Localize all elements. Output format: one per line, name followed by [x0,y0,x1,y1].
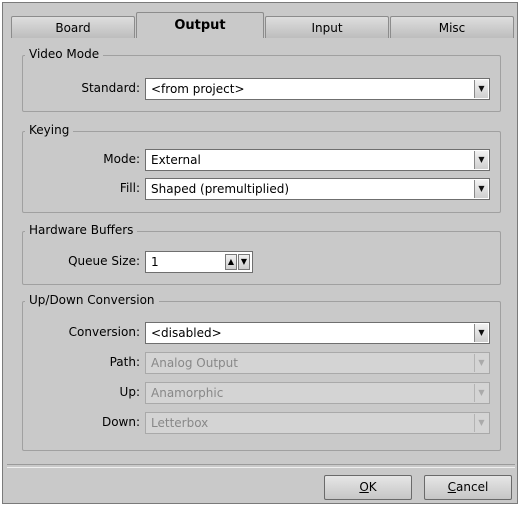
spin-up-icon[interactable]: ▲ [225,254,237,270]
chevron-down-icon[interactable]: ▼ [474,151,488,169]
up-label: Up: [119,385,140,399]
down-value: Letterbox [151,416,209,430]
tab-bar: Board Output Input Misc [7,8,514,38]
tab-board[interactable]: Board [11,16,135,38]
path-value: Analog Output [151,356,238,370]
up-down-conversion-group: Up/Down Conversion Conversion: <disabled… [22,293,501,451]
keying-title: Keying [25,123,74,137]
output-settings-dialog: Board Output Input Misc Video Mode Stand… [2,2,518,504]
fill-dropdown[interactable]: Shaped (premultiplied) ▼ [145,178,490,200]
video-mode-title: Video Mode [25,47,104,61]
chevron-down-icon[interactable]: ▼ [474,180,488,198]
queue-size-spinner[interactable]: 1 ▲ ▼ [145,251,253,273]
tab-input[interactable]: Input [265,16,389,38]
chevron-down-icon: ▼ [474,384,488,402]
ok-mnemonic: O [359,480,369,494]
conversion-dropdown[interactable]: <disabled> ▼ [145,322,490,344]
chevron-down-icon: ▼ [474,354,488,372]
ok-label-rest: K [368,480,377,494]
queue-size-value: 1 [151,255,159,269]
standard-dropdown[interactable]: <from project> ▼ [145,78,490,100]
up-dropdown: Anamorphic ▼ [145,382,490,404]
fill-label: Fill: [119,181,140,195]
up-value: Anamorphic [151,386,224,400]
video-mode-group: Video Mode Standard: <from project> ▼ [22,47,501,112]
conversion-label: Conversion: [68,325,140,339]
path-label: Path: [109,355,140,369]
tab-misc[interactable]: Misc [390,16,514,38]
conversion-value: <disabled> [151,326,222,340]
chevron-down-icon[interactable]: ▼ [474,80,488,98]
cancel-mnemonic: C [447,480,457,494]
path-dropdown: Analog Output ▼ [145,352,490,374]
mode-label: Mode: [103,152,140,166]
cancel-button[interactable]: Cancel [424,475,512,500]
hardware-buffers-group: Hardware Buffers Queue Size: 1 ▲ ▼ [22,223,501,285]
button-divider [7,464,515,468]
standard-value: <from project> [151,82,245,96]
ok-button[interactable]: OK [324,475,412,500]
down-dropdown: Letterbox ▼ [145,412,490,434]
chevron-down-icon[interactable]: ▼ [474,324,488,342]
spin-down-icon[interactable]: ▼ [238,254,250,270]
keying-group: Keying Mode: External ▼ Fill: Shaped (pr… [22,123,501,213]
hardware-buffers-title: Hardware Buffers [25,223,138,237]
queue-size-label: Queue Size: [68,254,140,268]
chevron-down-icon: ▼ [474,414,488,432]
down-label: Down: [101,415,140,429]
fill-value: Shaped (premultiplied) [151,182,289,196]
mode-value: External [151,153,201,167]
conversion-group-title: Up/Down Conversion [25,293,159,307]
tab-output[interactable]: Output [136,12,264,38]
cancel-label-rest: ancel [456,480,489,494]
mode-dropdown[interactable]: External ▼ [145,149,490,171]
standard-label: Standard: [81,81,140,95]
